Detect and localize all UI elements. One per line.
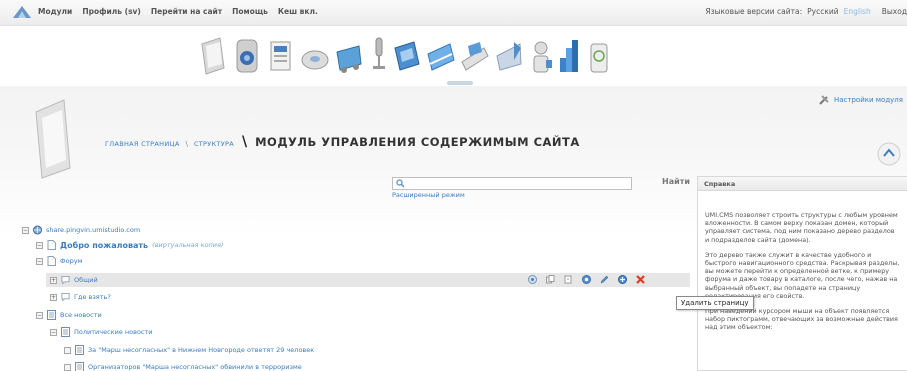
breadcrumb: главная страница \ структура \ МОДУЛЬ УП… [105,134,580,150]
icon-strip-toggle[interactable] [447,81,473,85]
collapse-toggle[interactable]: − [36,311,43,319]
search-button[interactable]: Найти [662,177,690,186]
tree-item-news1[interactable]: За "Марш несогласных" в Нижнем Новгороде… [64,345,314,355]
breadcrumb-separator: \ [185,140,188,148]
tree-item-label[interactable]: Добро пожаловать [60,241,148,250]
tree-item-label[interactable]: За "Марш несогласных" в Нижнем Новгороде… [88,346,314,354]
umi-logo-icon[interactable] [12,4,32,20]
news-list-icon [47,310,56,320]
stats-icon[interactable] [526,34,556,76]
vote-icon[interactable] [364,34,394,76]
lang-label: Языковые версии сайта: [705,7,803,16]
view-icon[interactable] [528,275,537,284]
help-paragraph: UMI.CMS позволяет строить структуры с лю… [705,211,898,244]
help-title: Справка [698,177,907,191]
tree-root[interactable]: − share.pingvin.umistudio.com [22,225,140,235]
delete-page-tooltip: Удалить страницу [676,296,754,310]
help-body: UMI.CMS позволяет строить структуры с лю… [698,191,907,332]
tree-item-all-news[interactable]: − Все новости [36,310,102,320]
email-icon[interactable] [460,34,490,76]
menu-profile[interactable]: Профиль (sv) [82,7,141,16]
tree-item-general[interactable]: + Общий [50,275,98,285]
breadcrumb-home[interactable]: главная страница [105,140,180,148]
module-settings-label: Настройки модуля [834,95,903,104]
domain-globe-icon [33,225,42,235]
title-separator: \ [241,134,248,150]
activity-icon[interactable] [582,275,591,284]
tree-item-news2[interactable]: Организаторов "Марша несогласных" обвини… [64,362,302,371]
delete-icon[interactable] [636,275,645,284]
tree-item-label[interactable]: Форум [60,257,82,265]
catalog-tree-icon[interactable] [554,34,584,76]
help-toggle-icon[interactable] [877,142,901,166]
structure-module-icon [35,99,71,179]
search-input[interactable] [392,177,632,190]
language-switcher: Языковые версии сайта: Русский English В… [705,7,907,16]
catalog-icon[interactable] [392,34,422,76]
leaf-marker [64,346,71,354]
disc-icon[interactable] [300,34,330,76]
copy-icon[interactable] [546,275,555,284]
breadcrumb-structure[interactable]: структура [194,140,234,148]
tree-item-label[interactable]: Все новости [60,311,102,319]
tree-item-label[interactable]: Общий [74,276,98,284]
advanced-mode-link[interactable]: Расширенный режим [392,191,465,199]
tree-item-label[interactable]: Политические новости [74,328,153,336]
trash-icon[interactable] [584,34,614,76]
collapse-toggle[interactable]: − [36,241,43,249]
user-icon[interactable] [494,34,524,76]
row-actions [528,275,645,284]
module-settings-link[interactable]: Настройки модуля [819,94,903,105]
module-icon-strip [0,26,907,84]
menu-help[interactable]: Помощь [232,7,268,16]
news-list-icon [61,327,70,337]
logout-link[interactable]: Выход [882,7,907,16]
help-panel: Справка UMI.CMS позволяет строить структ… [697,176,907,371]
tree-item-where[interactable]: + Где взять? [50,292,111,302]
tree-item-forum[interactable]: − Форум [36,256,82,266]
news-icon[interactable] [266,34,296,76]
eshop-icon[interactable] [334,34,364,76]
speaker-icon[interactable] [232,34,262,76]
top-menu-bar: Модули Профиль (sv) Перейти на сайт Помо… [0,0,907,26]
banner-icon[interactable] [426,34,456,76]
collapse-toggle[interactable]: − [22,226,29,234]
menu-go-to-site[interactable]: Перейти на сайт [151,7,222,16]
news-item-icon [75,345,84,355]
page-title: МОДУЛЬ УПРАВЛЕНИЯ СОДЕРЖИМЫМ САЙТА [255,135,580,149]
clone-icon[interactable] [564,275,573,284]
collapse-toggle[interactable]: − [50,328,57,336]
collapse-toggle[interactable]: − [36,257,43,265]
tools-icon [819,95,829,105]
tree-item-politics[interactable]: − Политические новости [50,327,153,337]
main-menu: Модули Профиль (sv) Перейти на сайт Помо… [38,7,318,16]
virtual-copy-note: (виртуальная копия) [152,241,224,249]
leaf-marker [64,363,71,371]
tree-root-label[interactable]: share.pingvin.umistudio.com [46,226,140,234]
forum-topic-icon [61,275,70,285]
page-icon [47,256,56,266]
lang-russian[interactable]: Русский [807,7,839,16]
help-paragraph: При наведении курсором мыши на объект по… [705,307,898,332]
lang-english[interactable]: English [844,7,871,16]
news-item-icon [75,362,84,371]
edit-icon[interactable] [600,275,609,284]
page-icon [47,240,56,250]
menu-cache[interactable]: Кеш вкл. [278,7,318,16]
tree-item-label[interactable]: Где взять? [74,293,111,301]
expand-toggle[interactable]: + [50,276,57,284]
structure-icon[interactable] [198,34,228,76]
forum-topic-icon [61,292,70,302]
tree-item-welcome[interactable]: − Добро пожаловать (виртуальная копия) [36,240,223,250]
search-icon [396,179,405,188]
expand-toggle[interactable]: + [50,293,57,301]
help-paragraph: Это дерево также служит в качестве удобн… [705,250,900,300]
add-icon[interactable] [618,275,627,284]
menu-modules[interactable]: Модули [38,7,72,16]
tree-item-label[interactable]: Организаторов "Марша несогласных" обвини… [88,363,302,371]
